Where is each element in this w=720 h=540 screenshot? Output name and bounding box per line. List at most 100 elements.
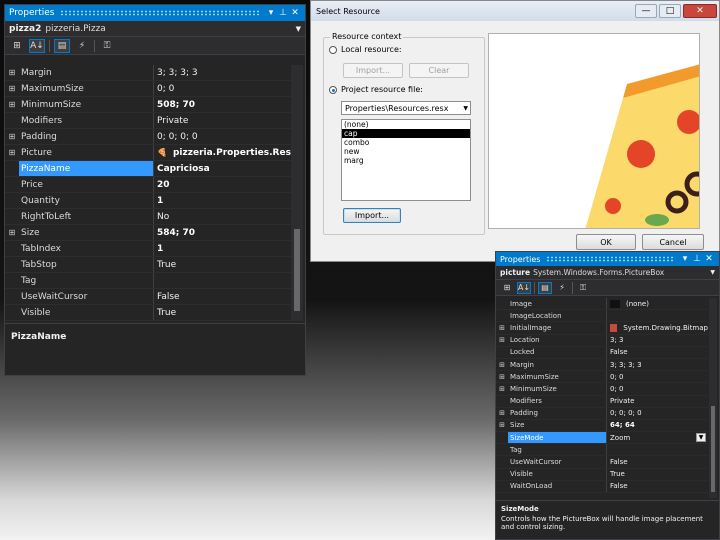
events-icon[interactable]: ⚡ <box>74 39 90 53</box>
property-row[interactable]: Modifiers Private <box>496 395 708 408</box>
property-row[interactable]: Visible True <box>496 468 708 481</box>
property-row[interactable]: Quantity 1 <box>5 193 293 209</box>
property-row[interactable]: WaitOnLoad False <box>496 480 708 493</box>
properties-titlebar[interactable]: Properties ▾ ⊥ ✕ <box>5 5 305 21</box>
expand-icon[interactable]: ⊞ <box>496 361 508 369</box>
property-value[interactable] <box>606 444 708 456</box>
property-row[interactable]: UseWaitCursor False <box>496 456 708 469</box>
property-value[interactable]: Private <box>153 113 293 128</box>
close-button[interactable]: ✕ <box>683 4 717 18</box>
maximize-button[interactable]: □ <box>659 4 681 18</box>
property-name[interactable]: Margin <box>19 68 153 78</box>
property-name[interactable]: Size <box>19 228 153 238</box>
property-name[interactable]: Image <box>508 300 606 308</box>
property-name[interactable]: MaximumSize <box>19 84 153 94</box>
property-value[interactable]: 584; 70 <box>153 225 293 240</box>
property-name[interactable]: Price <box>19 180 153 190</box>
object-selector[interactable]: picture System.Windows.Forms.PictureBox … <box>496 266 719 280</box>
chevron-down-icon[interactable]: ▼ <box>696 433 706 443</box>
property-value[interactable]: (none) <box>606 298 708 310</box>
property-name[interactable]: Visible <box>508 470 606 478</box>
property-value[interactable]: False <box>606 480 708 492</box>
categorized-icon[interactable]: ⊞ <box>9 39 25 53</box>
expand-icon[interactable]: ⊞ <box>496 373 508 381</box>
expand-icon[interactable]: ⊞ <box>496 324 508 332</box>
property-name[interactable]: SizeMode <box>508 432 606 444</box>
ok-button[interactable]: OK <box>576 234 636 250</box>
project-resource-radio[interactable]: Project resource file: <box>329 85 423 94</box>
property-name[interactable]: MinimumSize <box>508 385 606 393</box>
property-value[interactable]: 0; 0 <box>606 371 708 383</box>
property-value[interactable]: 0; 0; 0; 0 <box>606 407 708 419</box>
property-name[interactable]: PizzaName <box>19 161 153 176</box>
property-name[interactable]: RightToLeft <box>19 212 153 222</box>
property-row[interactable]: ⊞ MinimumSize 508; 70 <box>5 97 293 113</box>
property-row[interactable]: ⊞Picture 🍕 pizzeria.Properties.Resources.c… <box>5 145 293 161</box>
property-name[interactable]: TabStop <box>19 260 153 270</box>
expand-icon[interactable]: ⊞ <box>5 132 19 141</box>
resource-list-item[interactable]: marg <box>342 156 470 165</box>
property-name[interactable]: MinimumSize <box>19 100 153 110</box>
dropdown-icon[interactable]: ▾ <box>679 254 691 264</box>
property-row[interactable]: Modifiers Private <box>5 113 293 129</box>
property-name[interactable]: Picture <box>19 148 153 158</box>
property-row[interactable]: Price 20 <box>5 177 293 193</box>
property-value[interactable]: True <box>606 468 708 480</box>
property-value[interactable]: True <box>153 257 293 272</box>
alphabetical-icon[interactable]: A↓ <box>517 281 531 294</box>
property-name[interactable]: Padding <box>508 409 606 417</box>
clear-button[interactable]: Clear <box>409 63 469 78</box>
property-value[interactable]: 1 <box>153 193 293 208</box>
close-icon[interactable]: ✕ <box>703 254 715 264</box>
events-icon[interactable]: ⚡ <box>555 282 569 294</box>
property-value[interactable]: 0; 0; 0; 0 <box>153 129 293 144</box>
pin-icon[interactable]: ⊥ <box>691 254 703 264</box>
drag-grip[interactable] <box>60 10 259 16</box>
property-row[interactable]: RightToLeft No <box>5 209 293 225</box>
properties-titlebar[interactable]: Properties ▾ ⊥ ✕ <box>496 252 719 266</box>
resource-list-item[interactable]: (none) <box>342 120 470 129</box>
property-row[interactable]: ⊞ Padding 0; 0; 0; 0 <box>496 407 708 420</box>
property-row[interactable]: SizeMode Zoom ▼ <box>496 432 708 445</box>
property-pages-icon[interactable]: ⚿ <box>576 282 590 294</box>
property-name[interactable]: InitialImage <box>508 324 606 332</box>
property-name[interactable]: Padding <box>19 132 153 142</box>
categorized-icon[interactable]: ⊞ <box>500 282 514 294</box>
property-value[interactable]: No <box>153 209 293 224</box>
property-name[interactable]: WaitOnLoad <box>508 482 606 490</box>
property-row[interactable]: ⊞ MaximumSize 0; 0 <box>5 81 293 97</box>
property-value[interactable]: Private <box>606 395 708 407</box>
property-row[interactable]: ⊞ Location 3; 3 <box>496 334 708 347</box>
property-value[interactable]: 1 <box>153 241 293 256</box>
scrollbar[interactable] <box>291 65 303 321</box>
property-value[interactable]: False <box>606 346 708 358</box>
property-name[interactable]: Quantity <box>19 196 153 206</box>
resource-list-item[interactable]: cap <box>342 129 470 138</box>
property-value[interactable]: 3; 3 <box>606 334 708 346</box>
property-pages-icon[interactable]: ⚿ <box>99 39 115 53</box>
expand-icon[interactable]: ⊞ <box>5 84 19 93</box>
expand-icon[interactable]: ⊞ <box>496 385 508 393</box>
scrollbar-thumb[interactable] <box>294 229 300 311</box>
resource-list[interactable]: (none) cap combo new marg <box>341 119 471 201</box>
property-row[interactable]: ⊞ Margin 3; 3; 3; 3 <box>496 358 708 372</box>
import-button-local[interactable]: Import... <box>343 63 403 78</box>
property-row[interactable]: Locked False <box>496 346 708 359</box>
property-value[interactable]: False <box>153 289 293 304</box>
property-value[interactable]: 3; 3; 3; 3 <box>153 65 293 80</box>
property-value[interactable]: 🍕 pizzeria.Properties.Resources.cap <box>153 145 293 160</box>
expand-icon[interactable]: ⊞ <box>5 148 19 157</box>
property-row[interactable]: Visible True <box>5 305 293 321</box>
dropdown-icon[interactable]: ▾ <box>265 8 277 18</box>
property-row[interactable]: Tag <box>496 444 708 457</box>
property-row[interactable]: ⊞ InitialImage System.Drawing.Bitmap <box>496 322 708 335</box>
property-value[interactable]: False <box>606 456 708 468</box>
property-row[interactable]: ⊞ Size 64; 64 <box>496 419 708 433</box>
property-name[interactable]: Modifiers <box>19 116 153 126</box>
property-value[interactable]: 20 <box>153 177 293 192</box>
expand-icon[interactable]: ⊞ <box>496 336 508 344</box>
properties-icon[interactable]: ▤ <box>54 38 70 53</box>
property-value[interactable]: 64; 64 <box>606 419 708 432</box>
property-row[interactable]: ⊞ Padding 0; 0; 0; 0 <box>5 129 293 145</box>
properties-icon[interactable]: ▤ <box>538 281 552 294</box>
